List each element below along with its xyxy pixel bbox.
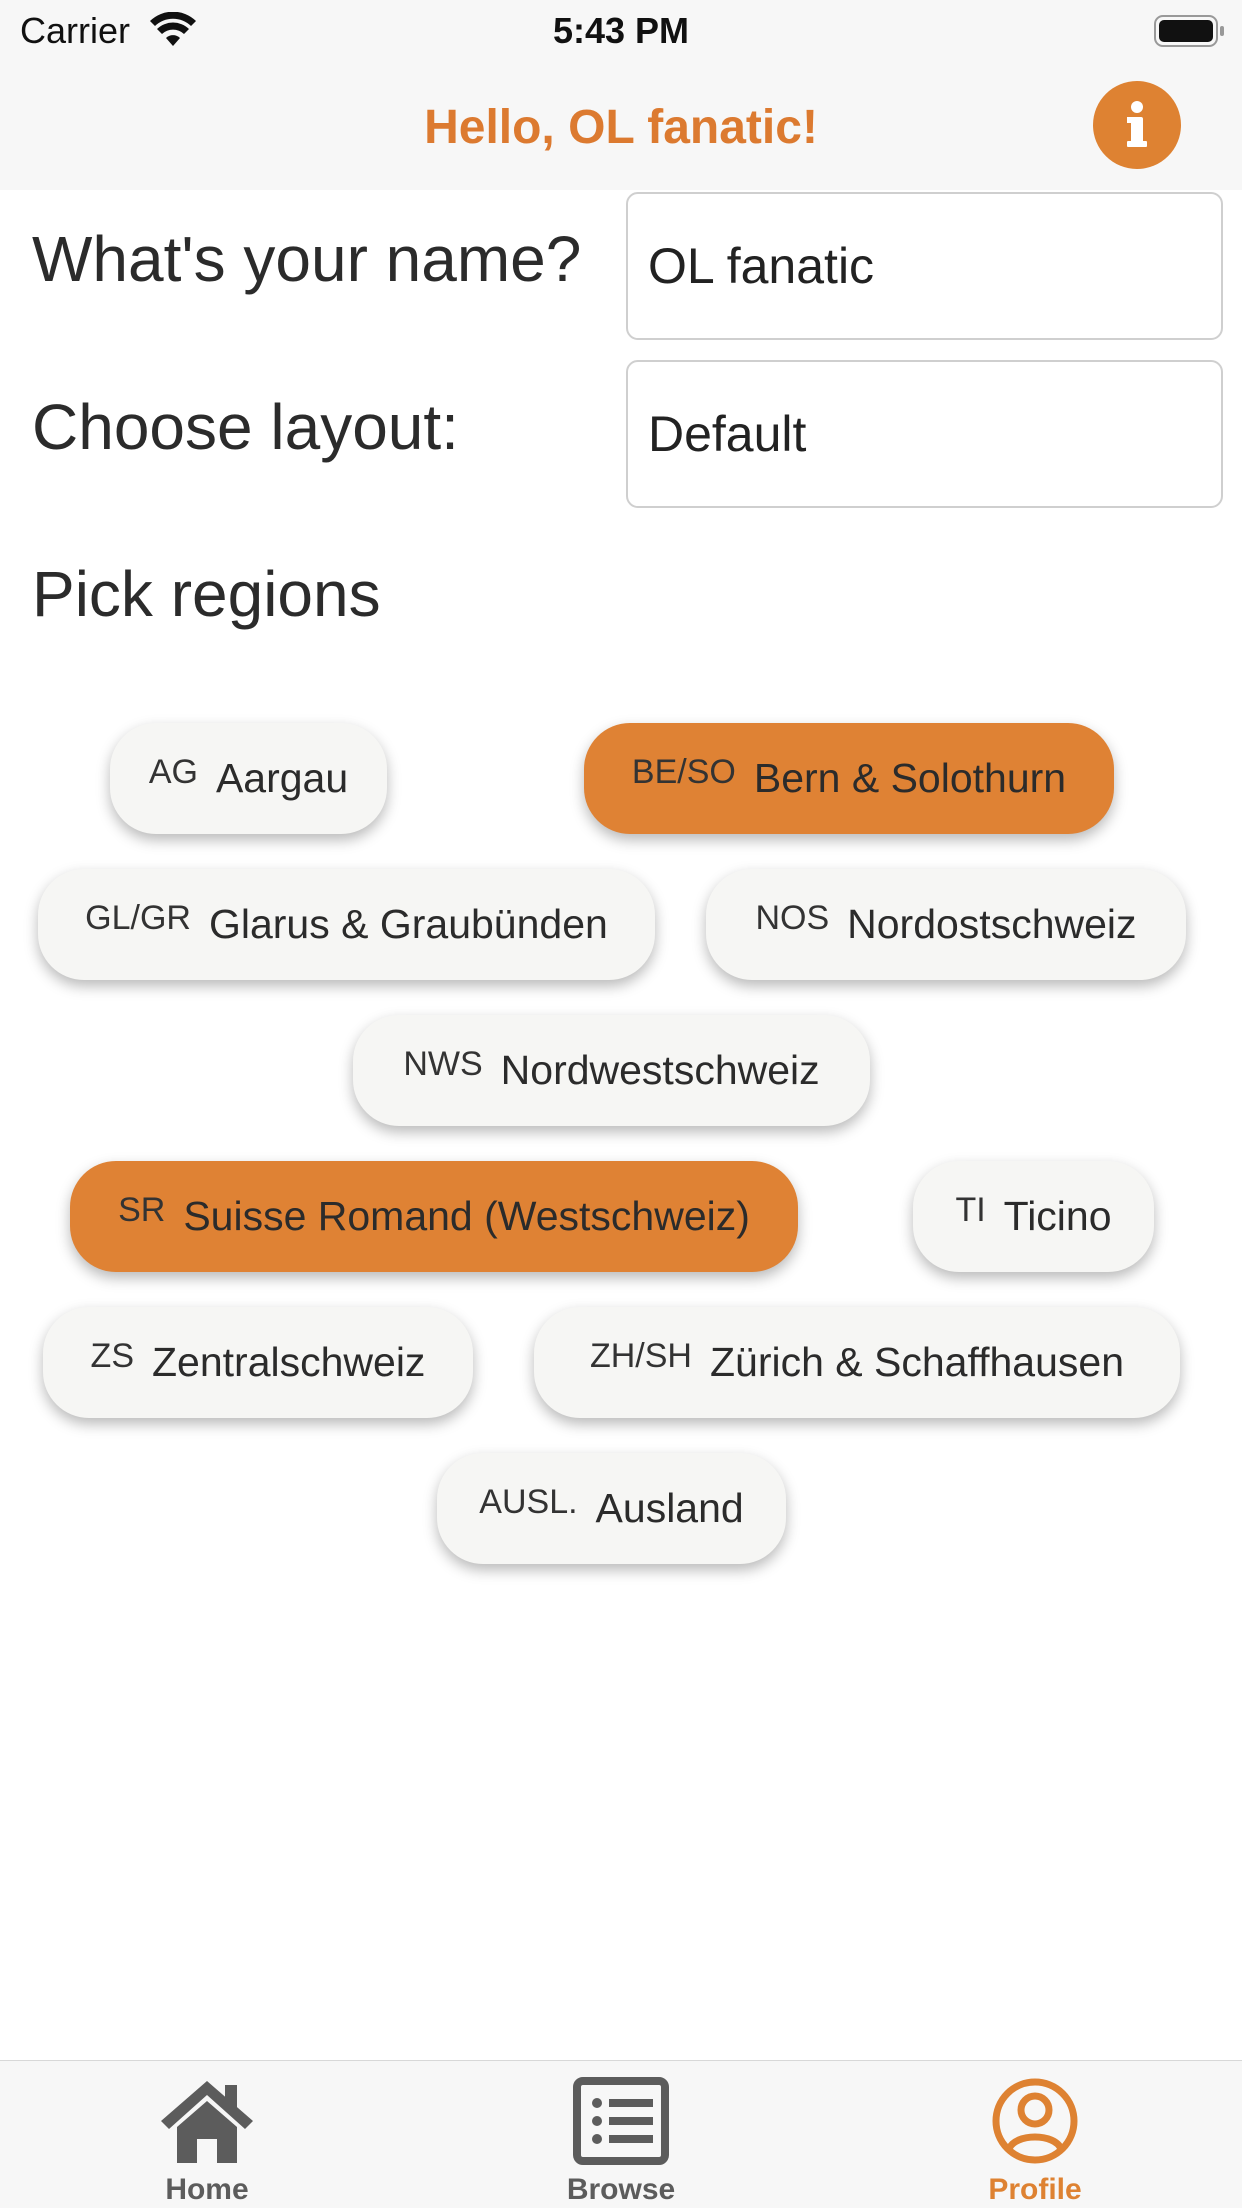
tab-label: Home: [165, 2173, 249, 2206]
list-icon: [573, 2077, 669, 2165]
tab-home[interactable]: Home: [0, 2061, 414, 2208]
region-name: Zürich & Schaffhausen: [709, 1339, 1125, 1385]
region-name: Nordostschweiz: [847, 901, 1137, 947]
tab-label: Profile: [988, 2173, 1082, 2206]
region-abbr: ZH/SH: [589, 1337, 692, 1375]
region-name: Glarus & Graubünden: [208, 901, 608, 947]
region-abbr: AG: [148, 753, 198, 791]
region-abbr: TI: [955, 1191, 986, 1229]
region-abbr: SR: [118, 1191, 166, 1229]
region-name: Zentralschweiz: [152, 1339, 426, 1385]
info-icon: [1127, 101, 1147, 147]
region-chip[interactable]: SR Suisse Romand (Westschweiz): [70, 1161, 798, 1272]
region-chip[interactable]: TI Ticino: [913, 1161, 1154, 1272]
region-abbr: GL/GR: [85, 899, 191, 937]
user-circle-icon: [992, 2078, 1078, 2164]
tab-profile[interactable]: Profile: [828, 2061, 1242, 2208]
region-chip[interactable]: NWS Nordwestschweiz: [353, 1015, 870, 1126]
battery-icon: [1154, 15, 1224, 47]
region-chip[interactable]: ZS Zentralschweiz: [43, 1307, 473, 1418]
region-abbr: NOS: [755, 899, 830, 937]
region-chip[interactable]: AG Aargau: [110, 723, 387, 834]
region-abbr: BE/SO: [631, 753, 736, 791]
region-name: Ticino: [1003, 1193, 1112, 1239]
nav-title: Hello, OL fanatic!: [424, 101, 818, 154]
region-chip[interactable]: BE/SO Bern & Solothurn: [584, 723, 1114, 834]
region-abbr: ZS: [90, 1337, 134, 1375]
region-chip[interactable]: GL/GR Glarus & Graubünden: [38, 869, 655, 980]
region-abbr: AUSL.: [479, 1483, 578, 1521]
name-label: What's your name?: [32, 223, 582, 295]
region-name: Nordwestschweiz: [500, 1047, 820, 1093]
info-button[interactable]: [1093, 81, 1181, 169]
region-name: Bern & Solothurn: [753, 755, 1067, 801]
layout-select[interactable]: Default: [626, 360, 1223, 508]
tab-label: Browse: [566, 2173, 676, 2206]
regions-title: Pick regions: [32, 558, 381, 630]
region-name: Aargau: [215, 755, 349, 801]
region-chip[interactable]: AUSL. Ausland: [437, 1453, 786, 1564]
status-bar: Carrier 5:43 PM: [0, 0, 1242, 62]
name-input[interactable]: OL fanatic: [626, 192, 1223, 340]
clock: 5:43 PM: [552, 10, 690, 51]
region-chip[interactable]: NOS Nordostschweiz: [706, 869, 1186, 980]
tab-browse[interactable]: Browse: [414, 2061, 828, 2208]
region-name: Suisse Romand (Westschweiz): [183, 1193, 750, 1239]
region-name: Ausland: [595, 1485, 744, 1531]
navigation-bar: Hello, OL fanatic!: [0, 62, 1242, 190]
home-icon: [161, 2081, 253, 2163]
region-abbr: NWS: [403, 1045, 483, 1083]
tab-bar: Home Browse Profile: [0, 2060, 1242, 2208]
layout-label: Choose layout:: [32, 391, 459, 463]
region-chip[interactable]: ZH/SH Zürich & Schaffhausen: [534, 1307, 1180, 1418]
